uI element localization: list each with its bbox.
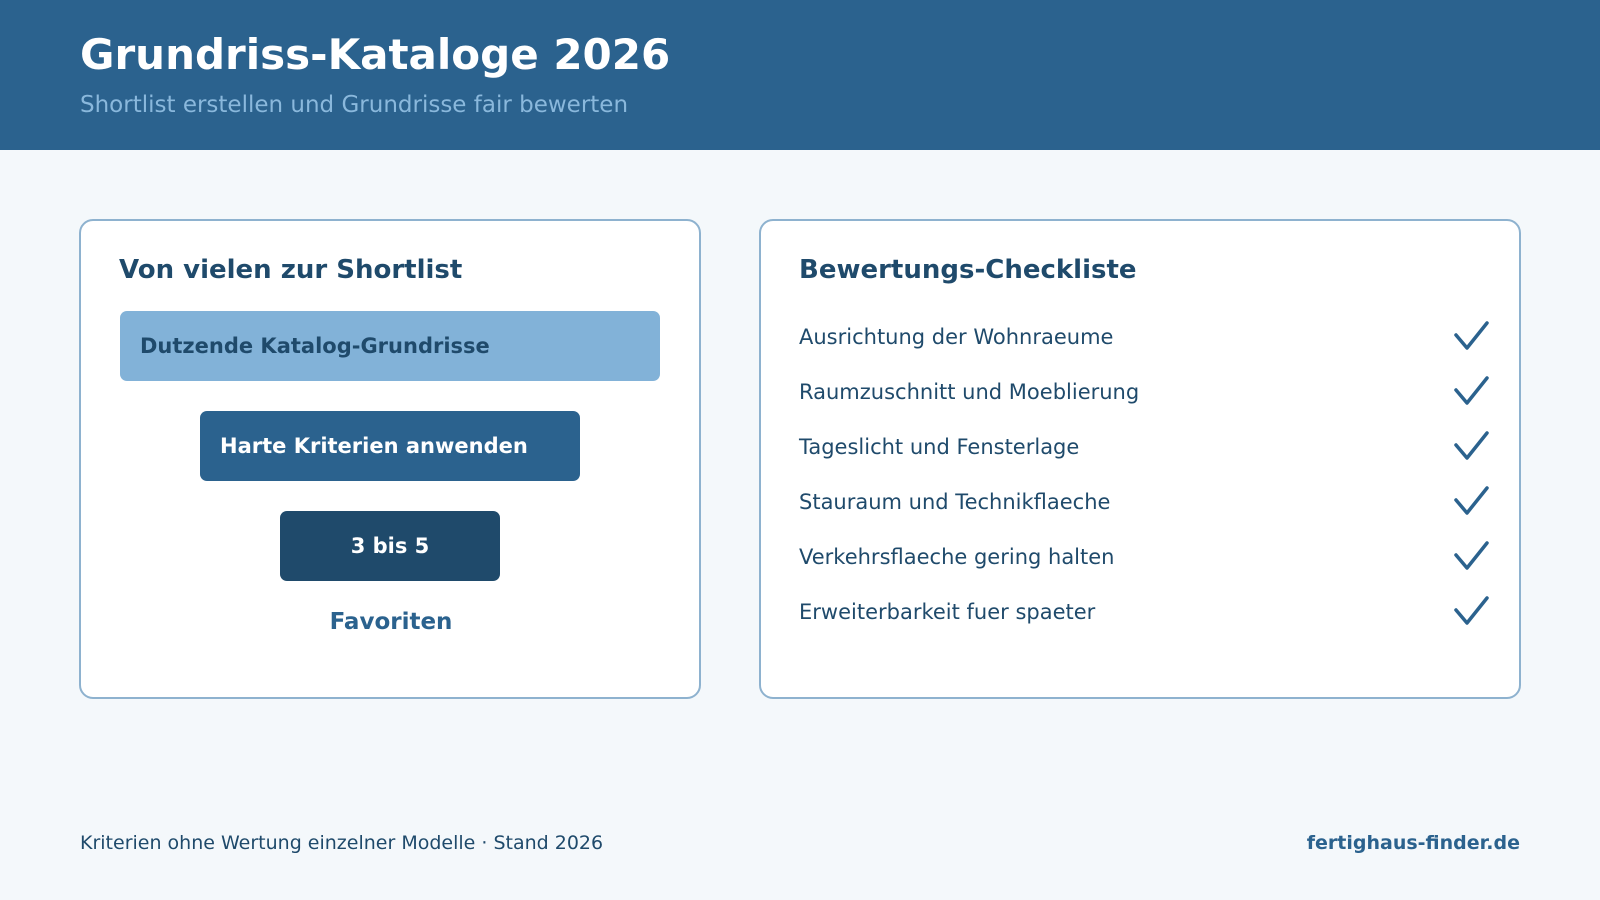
checklist-card: Bewertungs-Checkliste Ausrichtung der Wo… [759,219,1521,699]
checklist-item: Erweiterbarkeit fuer spaeter [799,594,1489,649]
checklist-item-label: Ausrichtung der Wohnraeume [799,325,1114,349]
shortlist-funnel-card: Von vielen zur Shortlist Dutzende Katalo… [79,219,701,699]
funnel-step-criteria: Harte Kriterien anwenden [200,411,580,481]
checklist: Ausrichtung der Wohnraeume Raumzuschnitt… [799,319,1489,649]
checklist-item: Verkehrsflaeche gering halten [799,539,1489,594]
funnel-title: Von vielen zur Shortlist [119,255,463,285]
funnel-step-shortlist: 3 bis 5 [280,511,500,581]
checklist-item: Tageslicht und Fensterlage [799,429,1489,484]
check-icon [1454,486,1489,515]
page-subtitle: Shortlist erstellen und Grundrisse fair … [80,92,629,118]
check-icon [1454,376,1489,405]
checklist-item-label: Stauraum und Technikflaeche [799,490,1111,514]
checklist-item-label: Raumzuschnitt und Moeblierung [799,380,1140,404]
footer-note: Kriterien ohne Wertung einzelner Modelle… [80,832,604,854]
footer-brand: fertighaus-finder.de [1306,832,1520,854]
checklist-item: Raumzuschnitt und Moeblierung [799,374,1489,429]
page-title: Grundriss-Kataloge 2026 [80,30,671,79]
funnel-caption: Favoriten [329,609,453,635]
checklist-item: Ausrichtung der Wohnraeume [799,319,1489,374]
checklist-item: Stauraum und Technikflaeche [799,484,1489,539]
funnel-step-catalog: Dutzende Katalog-Grundrisse [120,311,660,381]
check-icon [1454,541,1489,570]
check-icon [1454,431,1489,460]
header-banner: Grundriss-Kataloge 2026 Shortlist erstel… [0,0,1600,150]
checklist-title: Bewertungs-Checkliste [799,255,1137,285]
checklist-item-label: Tageslicht und Fensterlage [799,435,1080,459]
checklist-item-label: Erweiterbarkeit fuer spaeter [799,600,1096,624]
check-icon [1454,596,1489,625]
check-icon [1454,321,1489,350]
checklist-item-label: Verkehrsflaeche gering halten [799,545,1115,569]
